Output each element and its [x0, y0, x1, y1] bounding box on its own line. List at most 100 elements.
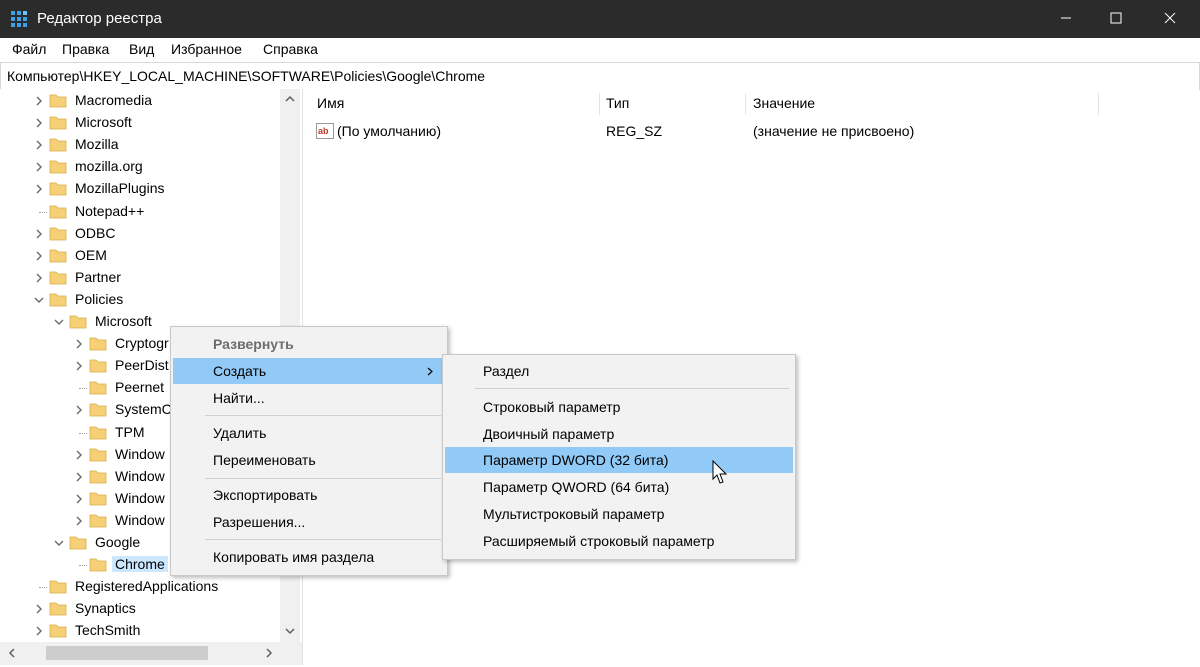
chevron-right-icon[interactable]: [32, 624, 46, 638]
tree-item-label: Window: [115, 489, 165, 506]
tree-item[interactable]: Mozilla: [0, 134, 280, 156]
submenu-key-label: Раздел: [483, 363, 530, 379]
chevron-right-icon[interactable]: [72, 514, 86, 528]
string-value-icon: ab: [316, 123, 334, 139]
folder-icon: [89, 426, 107, 439]
menu-edit[interactable]: Правка: [62, 41, 109, 57]
chevron-down-icon[interactable]: [32, 293, 46, 307]
ctx-rename-label: Переименовать: [213, 452, 316, 468]
column-header-type[interactable]: Тип: [606, 95, 629, 111]
submenu-string-value[interactable]: Строковый параметр: [445, 394, 793, 420]
chevron-right-icon[interactable]: [72, 403, 86, 417]
chevron-right-icon[interactable]: [32, 271, 46, 285]
close-button[interactable]: [1145, 0, 1195, 38]
maximize-button[interactable]: [1091, 0, 1141, 38]
ctx-expand[interactable]: Развернуть: [173, 331, 445, 357]
ctx-find-label: Найти...: [213, 390, 265, 406]
chevron-right-icon[interactable]: [32, 249, 46, 263]
horizontal-scroll-thumb[interactable]: [46, 646, 208, 660]
column-header-value[interactable]: Значение: [753, 95, 815, 111]
address-bar[interactable]: Компьютер\HKEY_LOCAL_MACHINE\SOFTWARE\Po…: [0, 62, 1200, 90]
tree-item[interactable]: RegisteredApplications: [0, 576, 280, 598]
ctx-export[interactable]: Экспортировать: [173, 482, 445, 508]
tree-item-label: Window: [115, 511, 165, 528]
chevron-down-icon[interactable]: [52, 536, 66, 550]
submenu-multistring-value[interactable]: Мультистроковый параметр: [445, 501, 793, 527]
tree-item[interactable]: Notepad++: [0, 201, 280, 223]
column-separator[interactable]: [745, 93, 746, 115]
column-separator[interactable]: [1098, 93, 1099, 115]
submenu-dword-value-label: Параметр DWORD (32 бита): [483, 452, 669, 468]
submenu-qword-value-label: Параметр QWORD (64 бита): [483, 479, 670, 495]
chevron-right-icon[interactable]: [72, 492, 86, 506]
regedit-app-icon: [11, 11, 27, 27]
ctx-permissions[interactable]: Разрешения...: [173, 509, 445, 535]
tree-item-label: Notepad++: [75, 202, 145, 219]
tree-item-label: Window: [115, 445, 165, 462]
tree-item[interactable]: TechSmith: [0, 620, 280, 642]
folder-icon: [49, 602, 67, 616]
chevron-right-icon[interactable]: [32, 227, 46, 241]
minimize-button[interactable]: [1041, 0, 1091, 38]
menu-separator: [475, 388, 789, 389]
chevron-right-icon[interactable]: [72, 359, 86, 373]
menu-view[interactable]: Вид: [129, 41, 154, 57]
chevron-right-icon[interactable]: [72, 448, 86, 462]
folder-icon: [49, 205, 67, 218]
submenu-key[interactable]: Раздел: [445, 358, 793, 384]
tree-item[interactable]: mozilla.org: [0, 156, 280, 178]
chevron-right-icon[interactable]: [32, 138, 46, 152]
tree-item[interactable]: Microsoft: [0, 112, 280, 134]
tree-item-label: Window: [115, 467, 165, 484]
tree-item-label: Peernet: [115, 379, 165, 396]
tree-item[interactable]: Macromedia: [0, 90, 280, 112]
context-menu: Развернуть Создать Найти... Удалить Пере…: [170, 326, 448, 576]
ctx-create[interactable]: Создать: [173, 358, 445, 384]
chevron-right-icon[interactable]: [72, 337, 86, 351]
tree-item[interactable]: Synaptics: [0, 598, 280, 620]
menu-favorites[interactable]: Избранное: [171, 41, 242, 57]
tree-item[interactable]: Policies: [0, 289, 280, 311]
address-path[interactable]: Компьютер\HKEY_LOCAL_MACHINE\SOFTWARE\Po…: [7, 68, 485, 84]
submenu-binary-value[interactable]: Двоичный параметр: [445, 421, 793, 447]
submenu-qword-value[interactable]: Параметр QWORD (64 бита): [445, 474, 793, 500]
tree-item[interactable]: OEM: [0, 245, 280, 267]
column-header-name[interactable]: Имя: [317, 95, 344, 111]
submenu-expandable-string-value[interactable]: Расширяемый строковый параметр: [445, 528, 793, 554]
folder-icon: [89, 514, 107, 528]
scroll-right-icon[interactable]: [265, 648, 273, 658]
column-separator[interactable]: [599, 93, 600, 115]
folder-icon: [89, 470, 107, 484]
chevron-right-icon[interactable]: [32, 182, 46, 196]
tree-item-label: Mozilla: [75, 136, 119, 153]
chevron-right-icon[interactable]: [72, 470, 86, 484]
folder-icon: [49, 94, 67, 108]
scroll-up-icon[interactable]: [285, 95, 295, 103]
submenu-dword-value[interactable]: Параметр DWORD (32 бита): [445, 447, 793, 473]
folder-icon: [49, 116, 67, 130]
tree-item-label: Chrome: [112, 556, 168, 573]
chevron-right-icon[interactable]: [32, 602, 46, 616]
tree-horizontal-scrollbar[interactable]: [0, 642, 302, 665]
tree-item[interactable]: ODBC: [0, 223, 280, 245]
ctx-rename[interactable]: Переименовать: [173, 447, 445, 473]
chevron-down-icon[interactable]: [52, 315, 66, 329]
chevron-right-icon[interactable]: [32, 116, 46, 130]
tree-item[interactable]: MozillaPlugins: [0, 178, 280, 200]
ctx-permissions-label: Разрешения...: [213, 514, 306, 530]
submenu-expandable-string-value-label: Расширяемый строковый параметр: [483, 533, 715, 549]
ctx-find[interactable]: Найти...: [173, 385, 445, 411]
menu-help[interactable]: Справка: [263, 41, 318, 57]
ctx-delete[interactable]: Удалить: [173, 420, 445, 446]
scroll-down-icon[interactable]: [285, 627, 295, 635]
tree-item[interactable]: Partner: [0, 267, 280, 289]
tree-item-label: PeerDist: [115, 357, 169, 374]
ctx-copy-key-name-label: Копировать имя раздела: [213, 549, 375, 565]
chevron-right-icon[interactable]: [32, 94, 46, 108]
value-type: REG_SZ: [606, 123, 663, 139]
scroll-left-icon[interactable]: [8, 648, 16, 658]
menu-file[interactable]: Файл: [12, 41, 46, 57]
svg-text:ab: ab: [318, 126, 329, 136]
ctx-copy-key-name[interactable]: Копировать имя раздела: [173, 544, 445, 570]
chevron-right-icon[interactable]: [32, 160, 46, 174]
